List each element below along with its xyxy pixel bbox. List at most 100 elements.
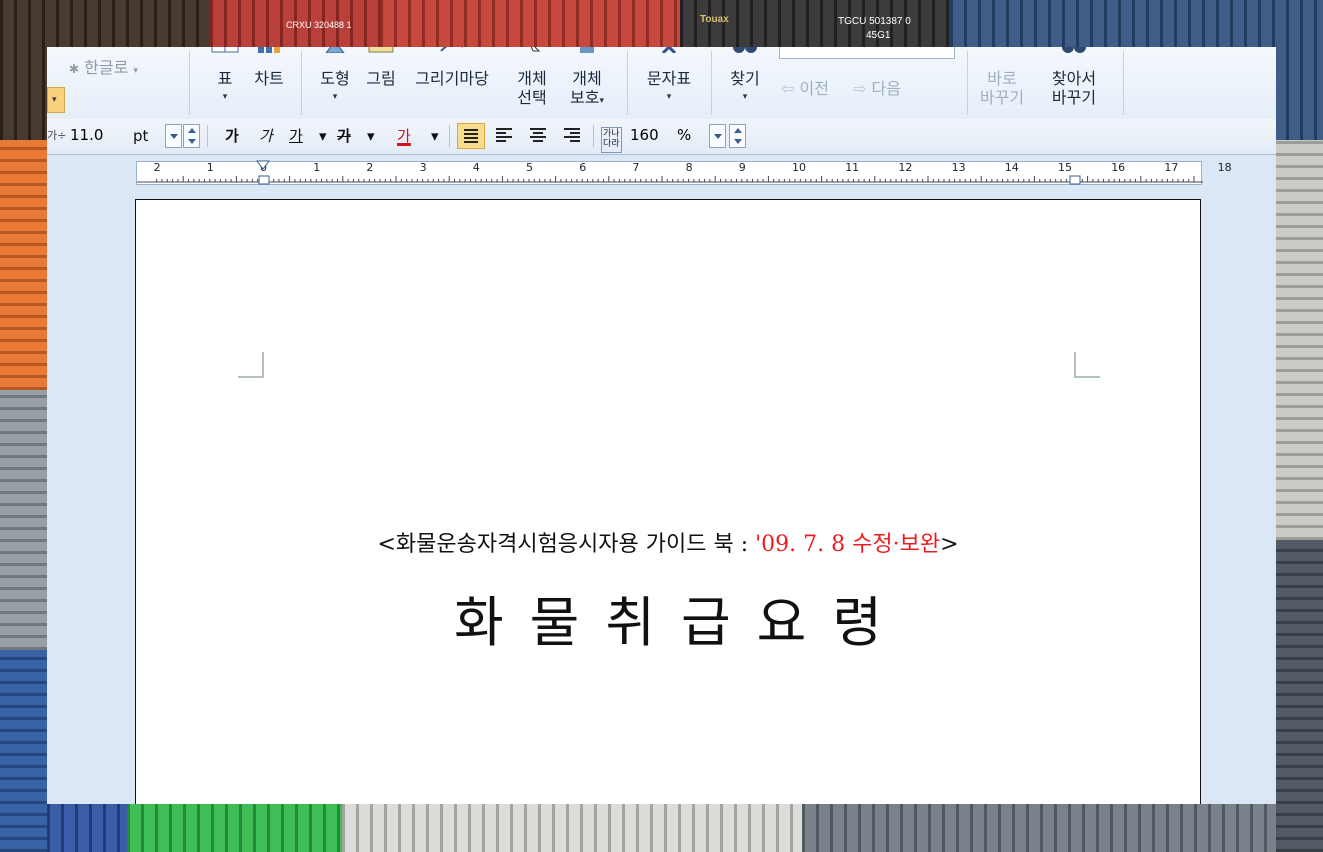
chevron-down-icon: ▾ bbox=[742, 92, 748, 102]
ruler-number: 11 bbox=[845, 161, 860, 174]
find-replace-button[interactable]: 찾아서 바꾸기 bbox=[1039, 47, 1109, 117]
bold-button[interactable]: 가 bbox=[225, 125, 239, 147]
ruler-number: 9 bbox=[738, 161, 746, 174]
line-spacing-icon: 가나 다라 bbox=[601, 127, 622, 153]
ruler-number: 13 bbox=[951, 161, 966, 174]
unit-dropdown[interactable] bbox=[165, 124, 182, 148]
container-code: 45G1 bbox=[866, 30, 891, 41]
align-center-button[interactable] bbox=[525, 123, 551, 149]
underline-button[interactable]: 가 bbox=[289, 125, 303, 147]
ruler-number: 1 bbox=[313, 161, 321, 174]
align-right-button[interactable] bbox=[559, 123, 585, 149]
ruler-number: 16 bbox=[1111, 161, 1126, 174]
chevron-down-icon: ▾ bbox=[666, 92, 672, 102]
style-dropdown-arrow[interactable]: ▾ bbox=[47, 87, 65, 113]
drawing-icon bbox=[440, 47, 463, 52]
ruler-number: 8 bbox=[685, 161, 693, 174]
table-icon bbox=[211, 47, 239, 53]
container-code: TGCU 501387 0 bbox=[838, 16, 911, 27]
ruler-number: 7 bbox=[632, 161, 640, 174]
chart-icon bbox=[258, 47, 280, 53]
strikethrough-dropdown[interactable]: ▾ bbox=[367, 125, 375, 147]
picture-icon bbox=[368, 47, 394, 53]
chevron-down-icon: ▾ bbox=[133, 66, 138, 76]
ruler-number: 6 bbox=[579, 161, 587, 174]
italic-button[interactable]: 가 bbox=[259, 125, 273, 147]
font-icon: ✱ bbox=[69, 62, 80, 76]
ruler-number: 3 bbox=[419, 161, 427, 174]
find-input[interactable] bbox=[779, 47, 955, 59]
formatting-toolbar: 가÷ 11.0 pt 가 가 가 ▾ 가 ▾ 가 ▾ 가나 다라 160 % bbox=[47, 119, 1276, 155]
ruler-number: 10 bbox=[792, 161, 806, 174]
ruler-number: 2 bbox=[153, 161, 161, 174]
underline-dropdown[interactable]: ▾ bbox=[319, 125, 327, 147]
left-margin-marker-icon[interactable] bbox=[258, 175, 270, 185]
subtitle-close: > bbox=[940, 532, 959, 557]
arrow-left-icon: ⇦ bbox=[781, 79, 795, 98]
insert-picture-button[interactable]: 그림 bbox=[361, 47, 401, 117]
arrow-right-icon: ⇨ bbox=[853, 79, 867, 98]
ruler-number: 12 bbox=[898, 161, 913, 174]
align-justify-icon bbox=[464, 129, 478, 143]
chevron-down-icon: ▾ bbox=[332, 92, 338, 102]
ruler-number: 17 bbox=[1164, 161, 1179, 174]
font-name-value: 한글로 bbox=[84, 58, 129, 77]
margin-corner-top-left bbox=[238, 352, 264, 378]
container-code: CRXU 320488 1 bbox=[286, 20, 352, 30]
character-map-button[interactable]: 문자표 ▾ bbox=[639, 47, 699, 117]
drawing-gallery-button[interactable]: 그리기마당 bbox=[405, 47, 499, 117]
subtitle-text: <화물운송자격시험응시자용 가이드 북 : bbox=[377, 532, 756, 557]
indent-marker-icon[interactable] bbox=[256, 160, 270, 172]
ruler-number: 1 bbox=[206, 161, 214, 174]
lock-icon bbox=[580, 47, 594, 53]
container-brand: Touax bbox=[700, 14, 729, 25]
align-justify-button[interactable] bbox=[457, 123, 485, 149]
ruler-ticks bbox=[137, 176, 1203, 183]
ribbon-toolbar: ▾ ✱ 한글로 ▾ 표 ▾ 차트 도형 ▾ 그림 그리기마당 개체 선택 개체 … bbox=[47, 47, 1276, 120]
align-center-icon bbox=[530, 128, 546, 142]
find-prev-button[interactable]: ⇦ 이전 bbox=[781, 77, 829, 101]
font-size-unit: pt bbox=[133, 127, 149, 145]
find-button[interactable]: 찾기 ▾ bbox=[723, 47, 767, 117]
font-color-dropdown[interactable]: ▾ bbox=[431, 125, 439, 147]
binoculars-icon bbox=[1062, 47, 1086, 53]
object-select-button[interactable]: 개체 선택 bbox=[509, 47, 555, 117]
horizontal-ruler[interactable]: 210123456789101112131415161718 bbox=[136, 160, 1232, 185]
subtitle-revision-date: '09. 7. 8 수정·보완 bbox=[755, 532, 941, 557]
document-subtitle: <화물운송자격시험응시자용 가이드 북 : '09. 7. 8 수정·보완> bbox=[136, 526, 1200, 558]
align-left-button[interactable] bbox=[491, 123, 517, 149]
margin-corner-top-right bbox=[1074, 352, 1100, 378]
ruler-number: 2 bbox=[366, 161, 374, 174]
chevron-down-icon: ▾ bbox=[599, 96, 604, 106]
align-right-icon bbox=[564, 128, 580, 142]
line-spacing-input[interactable]: 160 % bbox=[627, 124, 705, 148]
insert-shape-button[interactable]: 도형 ▾ bbox=[313, 47, 357, 117]
line-spacing-spinner[interactable] bbox=[729, 124, 746, 148]
font-color-button[interactable]: 가 bbox=[397, 125, 411, 147]
binoculars-icon bbox=[733, 47, 757, 53]
font-size-icon: 가÷ bbox=[47, 129, 67, 142]
find-next-button[interactable]: ⇨ 다음 bbox=[853, 77, 901, 101]
document-title: 화물취급요령 bbox=[453, 591, 909, 654]
document-page[interactable]: <화물운송자격시험응시자용 가이드 북 : '09. 7. 8 수정·보완> 화… bbox=[135, 199, 1201, 804]
font-name-select[interactable]: ✱ 한글로 ▾ bbox=[69, 55, 179, 81]
right-margin-marker-icon[interactable] bbox=[1069, 175, 1081, 185]
cursor-icon bbox=[530, 47, 541, 52]
ruler-number: 5 bbox=[526, 161, 533, 174]
strikethrough-button[interactable]: 가 bbox=[337, 125, 351, 147]
chevron-down-icon: ▾ bbox=[222, 92, 228, 102]
shape-icon bbox=[325, 47, 345, 53]
line-spacing-dropdown[interactable] bbox=[709, 124, 726, 148]
quick-replace-button[interactable]: 바로 바꾸기 bbox=[977, 47, 1027, 117]
insert-chart-button[interactable]: 차트 bbox=[247, 47, 291, 117]
ruler-number: 18 bbox=[1217, 161, 1232, 174]
word-processor-window: ▾ ✱ 한글로 ▾ 표 ▾ 차트 도형 ▾ 그림 그리기마당 개체 선택 개체 … bbox=[47, 47, 1276, 804]
object-protect-button[interactable]: 개체 보호▾ bbox=[559, 47, 615, 117]
font-size-input[interactable]: 11.0 bbox=[67, 124, 129, 148]
ruler-number: 15 bbox=[1058, 161, 1072, 174]
ruler-number: 4 bbox=[472, 161, 480, 174]
insert-table-button[interactable]: 표 ▾ bbox=[207, 47, 243, 117]
font-size-spinner[interactable] bbox=[183, 124, 200, 148]
ruler-number: 14 bbox=[1004, 161, 1019, 174]
omega-icon bbox=[661, 47, 677, 53]
